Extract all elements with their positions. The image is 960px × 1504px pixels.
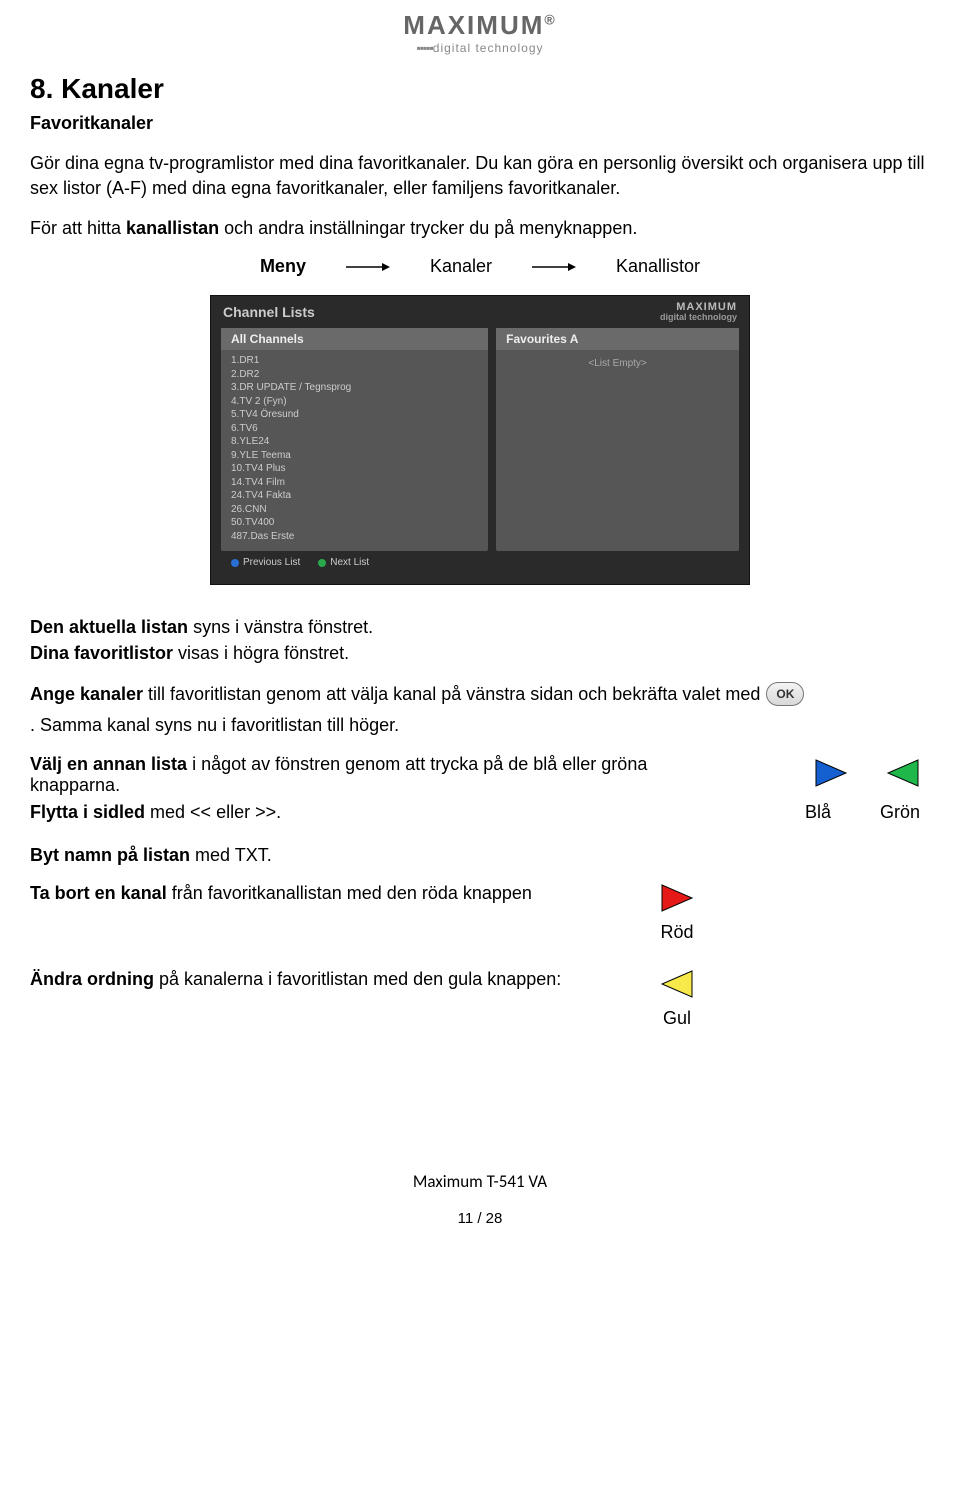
label-red: Röd [660,922,693,943]
label-yellow: Gul [663,1008,691,1029]
menu-instruction: För att hitta kanallistan och andra inst… [30,216,930,240]
brand-header: MAXIMUM® ▪▪▪▪▪digital technology [30,10,930,55]
ss-channel-item: 5.TV4 Öresund [231,408,478,422]
ss-channel-item: 10.TV4 Plus [231,462,478,476]
breadcrumb-kanallistor: Kanallistor [616,256,700,277]
current-list-note: Den aktuella listan syns i vänstra fönst… [30,615,930,639]
ok-button-icon: OK [766,682,804,706]
rename-instruction: Byt namn på listan med TXT. [30,843,930,867]
blue-triangle-icon [814,758,848,793]
ss-title: Channel Lists [223,304,315,320]
label-blue: Blå [800,802,836,823]
choose-list-instruction: Välj en annan lista i något av fönstren … [30,754,720,796]
ss-channel-item: 9.YLE Teema [231,449,478,463]
ss-left-header: All Channels [221,328,488,350]
green-triangle-icon [886,758,920,793]
ss-channel-item: 4.TV 2 (Fyn) [231,395,478,409]
fav-list-note: Dina favoritlistor visas i högra fönstre… [30,641,930,665]
breadcrumb-meny: Meny [260,256,306,277]
blue-dot-icon [231,559,239,567]
add-channel-instruction: Ange kanaler till favoritlistan genom at… [30,682,930,738]
ss-prev-list: Previous List [231,557,300,568]
ss-favourites-panel: Favourites A <List Empty> [496,328,739,551]
label-green: Grön [880,802,916,823]
arrow-right-icon [346,261,390,273]
menu-breadcrumb: Meny Kanaler Kanallistor [30,256,930,277]
ss-channel-item: 50.TV400 [231,516,478,530]
ss-channel-item: 26.CNN [231,503,478,517]
ss-channel-item: 3.DR UPDATE / Tegnsprog [231,381,478,395]
ss-channel-item: 2.DR2 [231,368,478,382]
green-dot-icon [318,559,326,567]
section-heading: 8. Kanaler [30,73,930,105]
ss-channel-item: 1.DR1 [231,354,478,368]
ss-next-list: Next List [318,557,369,568]
ss-right-header: Favourites A [496,328,739,350]
ss-channel-item: 6.TV6 [231,422,478,436]
ss-channel-item: 487.Das Erste [231,530,478,544]
red-triangle-icon [660,883,694,918]
subheading-favoritkanaler: Favoritkanaler [30,111,930,135]
brand-logo-text: MAXIMUM® [30,10,930,41]
ss-channel-item: 8.YLE24 [231,435,478,449]
arrow-right-icon [532,261,576,273]
delete-channel-instruction: Ta bort en kanal från favoritkanallistan… [30,883,590,904]
footer-model: Maximum T-541 VA [30,1171,930,1192]
ss-brand: MAXIMUM digital technology [660,302,737,322]
ss-empty-label: <List Empty> [506,354,729,369]
ss-channel-item: 14.TV4 Film [231,476,478,490]
ss-all-channels-panel: All Channels 1.DR12.DR23.DR UPDATE / Teg… [221,328,488,551]
ss-footer: Previous List Next List [211,551,749,574]
yellow-triangle-icon [660,969,694,1004]
device-screenshot: Channel Lists MAXIMUM digital technology… [210,295,750,585]
brand-tagline: ▪▪▪▪▪digital technology [30,41,930,55]
ss-channel-item: 24.TV4 Fakta [231,489,478,503]
ss-channel-list: 1.DR12.DR23.DR UPDATE / Tegnsprog4.TV 2 … [221,350,488,551]
breadcrumb-kanaler: Kanaler [430,256,492,277]
reorder-instruction: Ändra ordning på kanalerna i favoritlist… [30,969,590,990]
intro-paragraph: Gör dina egna tv-programlistor med dina … [30,151,930,200]
footer-page-number: 11 / 28 [30,1210,930,1227]
move-sideways-instruction: Flytta i sidled med << eller >>. [30,802,281,823]
